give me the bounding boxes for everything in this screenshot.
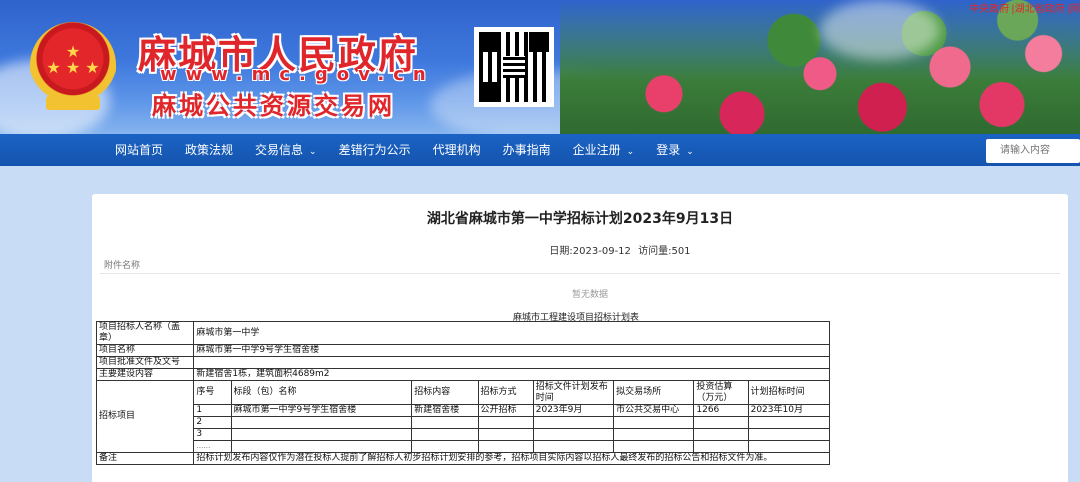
column-header: 序号 (193, 380, 232, 405)
chevron-down-icon: ⌄ (686, 147, 694, 157)
attachment-label: 附件名称 (104, 261, 141, 271)
column-header: 标段（包）名称 (230, 380, 413, 405)
nav-item-home[interactable]: 网站首页 (104, 134, 174, 166)
table-row: 项目名称 麻城市第一中学9号学生宿舍楼 (95, 344, 830, 357)
cell-label: 招标项目 (95, 380, 195, 453)
top-links: 中央政府 |湖北省政府 |网 (967, 0, 1080, 15)
banner-cloud (820, 0, 940, 60)
cell-label: 项目名称 (95, 344, 195, 357)
qr-code-icon (474, 27, 554, 107)
cell-label: 项目招标人名称（盖章） (95, 321, 195, 345)
national-emblem-icon: ★ ★ ★ ★ (30, 22, 116, 114)
column-header: 招标方式 (477, 380, 534, 405)
header-banner: ★ ★ ★ ★ 麻城市人民政府 www.mc.gov.cn 麻城公共资源交易网 中… (0, 0, 1080, 134)
nav-item-policy[interactable]: 政策法规 (174, 134, 244, 166)
cell-value: 麻城市第一中学 (193, 321, 830, 345)
main-nav: 网站首页 政策法规 交易信息 ⌄ 差错行为公示 代理机构 办事指南 企业注册 ⌄ 登… (0, 134, 1080, 166)
cell-label: 主要建设内容 (95, 368, 195, 381)
column-header: 计划招标时间 (747, 380, 831, 405)
cell-value: 招标计划发布内容仅作为潜在投标人提前了解招标人初步招标计划安排的参考，招标项目实… (193, 452, 830, 465)
article-title: 湖北省麻城市第一中学招标计划2023年9月13日 (426, 211, 734, 227)
table-row: 项目招标人名称（盖章） 麻城市第一中学 (95, 321, 830, 345)
site-subtitle: 麻城公共资源交易网 (152, 92, 395, 120)
nav-item-login[interactable]: 登录 ⌄ (645, 134, 705, 166)
cell-value (193, 356, 830, 369)
table-row: 备注 招标计划发布内容仅作为潜在投标人提前了解招标人初步招标计划安排的参考，招标… (95, 452, 830, 465)
nav-item-register[interactable]: 企业注册 ⌄ (562, 134, 646, 166)
divider (100, 273, 1060, 274)
table-row: 1 麻城市第一中学9号学生宿舍楼 新建宿舍楼 公开招标 2023年9月 市公共交… (97, 404, 831, 417)
table-row: 2 (97, 416, 831, 429)
column-header: 招标内容 (411, 380, 479, 405)
bid-plan-table: 项目招标人名称（盖章） 麻城市第一中学 项目名称 麻城市第一中学9号学生宿舍楼 … (95, 321, 831, 465)
cell-value: 麻城市第一中学9号学生宿舍楼 (193, 344, 830, 357)
chevron-down-icon: ⌄ (309, 147, 317, 157)
nav-item-error-notice[interactable]: 差错行为公示 (328, 134, 422, 166)
nav-item-agencies[interactable]: 代理机构 (422, 134, 492, 166)
article-card: 湖北省麻城市第一中学招标计划2023年9月13日 日期:2023-09-12 访… (92, 194, 1068, 482)
table-row: 项目批准文件及文号 (95, 356, 830, 369)
nav-item-trade-info[interactable]: 交易信息 ⌄ (244, 134, 328, 166)
table-header-row: 招标项目 序号 标段（包）名称 招标内容 招标方式 招标文件计划发布时间 拟交易… (95, 380, 831, 453)
site-url: www.mc.gov.cn (160, 64, 435, 85)
column-header: 拟交易场所 (613, 380, 695, 405)
article-meta: 日期:2023-09-12 访问量:501 (92, 242, 1068, 257)
cell-label: 备注 (95, 452, 195, 465)
column-header: 招标文件计划发布时间 (532, 380, 615, 405)
nav-item-guide[interactable]: 办事指南 (492, 134, 562, 166)
top-link-central-gov[interactable]: 中央政府 (969, 4, 1009, 15)
table-row: 3 (97, 428, 831, 441)
top-link-more[interactable]: |网 (1067, 4, 1080, 15)
table-row: 主要建设内容 新建宿舍1栋，建筑面积4689m2 (95, 368, 830, 381)
top-link-hubei-gov[interactable]: |湖北省政府 (1011, 4, 1064, 15)
search-input[interactable] (986, 139, 1080, 163)
cell-label: 项目批准文件及文号 (95, 356, 195, 369)
banner-flowers-image (560, 0, 1080, 134)
column-header: 投资估算（万元） (693, 380, 749, 405)
table-row: …… (97, 440, 831, 453)
article-views: 访问量:501 (638, 246, 691, 257)
chevron-down-icon: ⌄ (626, 147, 635, 157)
no-data-text: 暂无数据 (571, 290, 608, 300)
article-date: 日期:2023-09-12 (549, 246, 631, 257)
cell-value: 新建宿舍1栋，建筑面积4689m2 (193, 368, 830, 381)
